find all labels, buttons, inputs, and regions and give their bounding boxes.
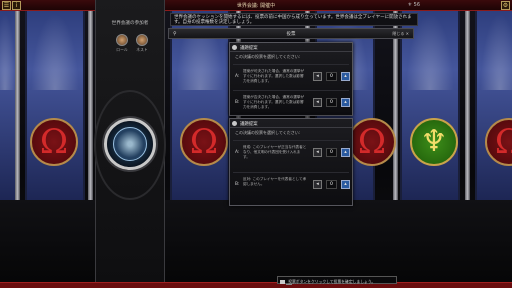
world-congress-seal-icon	[104, 118, 156, 170]
title-bar: ☰ i 世界会議: 開催中 ⚜ 56 ⚙	[0, 0, 512, 11]
bottom-bar	[0, 282, 512, 288]
resource-counter: ⚜ 56	[407, 2, 420, 8]
civ-banner	[25, 0, 85, 200]
dialog-title: 投票	[286, 32, 296, 37]
avatar[interactable]	[116, 34, 128, 46]
decrease-vote-button[interactable]: ◂	[313, 148, 322, 157]
increase-vote-button[interactable]: ▴	[341, 180, 350, 189]
increase-vote-button[interactable]: ▴	[341, 148, 350, 157]
mouse-icon	[280, 279, 285, 284]
card-subtitle: この決議の投票を選択してください:	[235, 130, 301, 135]
proposal-icon	[232, 45, 237, 50]
option-label: A:	[235, 150, 240, 155]
resolution-card: 議題提案 この決議の投票を選択してください: A: 賛成: このプレイヤーが正当…	[229, 118, 353, 206]
increase-vote-button[interactable]: ▴	[341, 72, 350, 81]
option-text: 反対: このプレイヤーを代表者として承認しません。	[243, 177, 307, 186]
vote-count: 0	[326, 148, 337, 157]
vote-count: 0	[326, 180, 337, 189]
option-label: B:	[235, 100, 240, 105]
vote-count: 0	[326, 72, 337, 81]
vote-option: B: 反対: このプレイヤーを代表者として承認しません。 ◂ 0 ▴	[233, 172, 350, 202]
window-title: 世界会議: 開催中	[236, 3, 276, 9]
congress-message: 世界会議のセッションを開始するには、投票の前に中国から成り立っています。世界会議…	[170, 13, 418, 26]
floor	[0, 200, 512, 288]
omega-emblem-icon: Ω	[30, 118, 78, 166]
option-label: A:	[235, 74, 240, 79]
decrease-vote-button[interactable]: ◂	[313, 98, 322, 107]
option-text: 賛成: このプレイヤーが正当な代表者となり、他文明の代表団を受け入れます。	[243, 145, 307, 159]
participant-name: ロール	[116, 47, 128, 52]
option-text: 提案が可決された場合、通常の選挙がすぐに行われます。選択した数は影響力を消費しま…	[243, 69, 305, 83]
option-label: B:	[235, 182, 240, 187]
civ-banner	[475, 0, 512, 200]
card-title: 議題提案	[240, 122, 258, 127]
vote-option: B: 提案が否決された場合、通常の選挙がすぐに行われます。選択した数は影響力を消…	[233, 90, 350, 114]
option-text: 提案が否決された場合、通常の選挙がすぐに行われます。選択した数は影響力を消費しま…	[243, 95, 305, 109]
vote-option: A: 提案が可決された場合、通常の選挙がすぐに行われます。選択した数は影響力を消…	[233, 64, 350, 88]
settings-icon[interactable]: ⚙	[501, 1, 510, 10]
card-header: 議題提案	[230, 119, 352, 128]
vote-dialog-header: ⚲ 投票 閉じる ✕	[168, 28, 414, 39]
participant-name: ネスト	[136, 47, 148, 52]
avatar[interactable]	[136, 34, 148, 46]
decrease-vote-button[interactable]: ◂	[313, 72, 322, 81]
proposal-icon	[232, 121, 237, 126]
palm-emblem-icon: ♆	[410, 118, 458, 166]
vote-option: A: 賛成: このプレイヤーが正当な代表者となり、他文明の代表団を受け入れます。…	[233, 140, 350, 170]
participants-panel: 世界会議の参加者 ロール ネスト	[94, 0, 166, 288]
vote-count: 0	[326, 98, 337, 107]
help-tooltip: 投票ボタンをクリックして投票を確定しましょう。	[277, 276, 397, 284]
close-button[interactable]: 閉じる ✕	[392, 31, 409, 37]
participants-header: 世界会議の参加者	[111, 21, 149, 26]
card-header: 議題提案	[230, 43, 352, 52]
card-title: 議題提案	[240, 46, 258, 51]
increase-vote-button[interactable]: ▴	[341, 98, 350, 107]
decrease-vote-button[interactable]: ◂	[313, 180, 322, 189]
omega-emblem-icon: Ω	[180, 118, 228, 166]
tooltip-text: 投票ボタンをクリックして投票を確定しましょう。	[288, 278, 376, 284]
omega-emblem-icon: Ω	[348, 118, 396, 166]
resolution-card: 議題提案 この決議の投票を選択してください: A: 提案が可決された場合、通常の…	[229, 42, 353, 116]
card-subtitle: この決議の投票を選択してください:	[235, 54, 301, 59]
